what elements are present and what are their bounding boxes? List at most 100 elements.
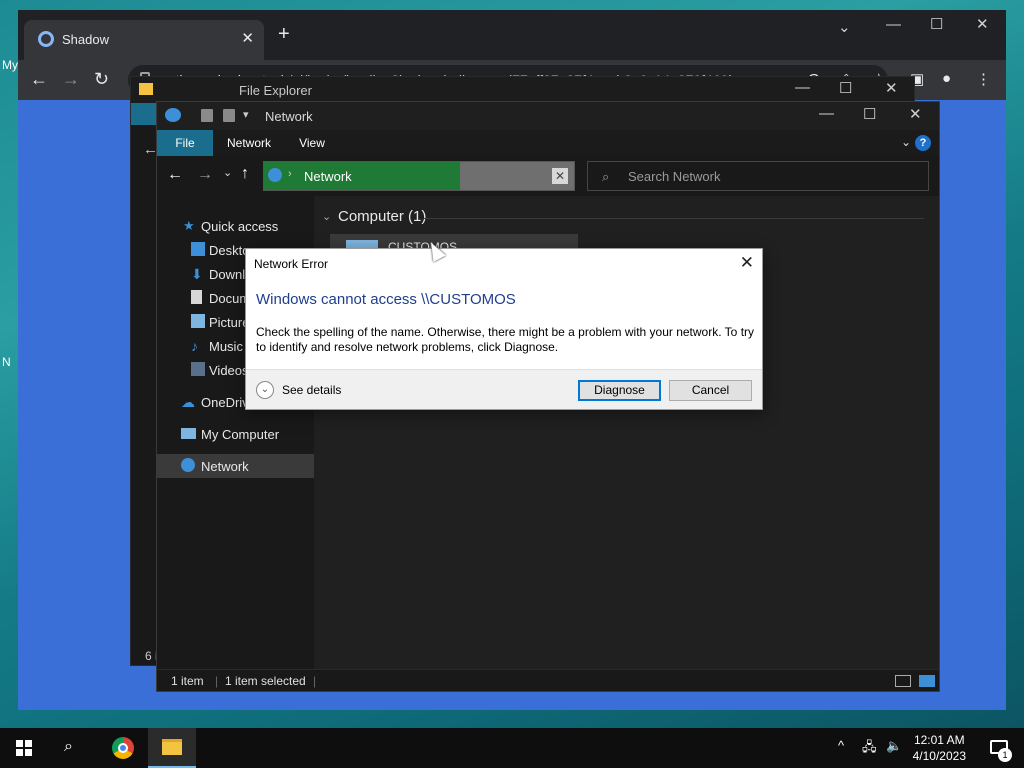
status-selected-count: 1 item selected xyxy=(225,674,306,688)
chrome-taskbar-icon[interactable] xyxy=(112,737,134,759)
desktop-icon-label[interactable]: N xyxy=(2,355,16,369)
file-explorer-taskbar-button[interactable] xyxy=(148,728,196,768)
network-icon xyxy=(268,168,282,182)
search-input[interactable]: ⌕ Search Network xyxy=(587,161,929,191)
search-placeholder: Search Network xyxy=(628,169,721,184)
nav-item-network[interactable]: Network xyxy=(157,454,314,478)
status-bar: 1 item | 1 item selected | xyxy=(157,669,939,691)
explorer-back-title: File Explorer xyxy=(239,83,312,98)
browser-tab-strip: Shadow ✕ + ⌄ — ☐ ✕ xyxy=(18,10,1006,60)
nav-item-label: Quick access xyxy=(201,219,279,234)
browser-tab[interactable]: Shadow ✕ xyxy=(24,20,264,60)
diagnose-button[interactable]: Diagnose xyxy=(578,380,661,401)
start-windows-icon[interactable] xyxy=(16,740,32,756)
close-window-icon[interactable]: ✕ xyxy=(909,105,922,123)
recent-locations-chevron-icon[interactable]: ⌄ xyxy=(223,166,232,179)
clock-time: 12:01 AM xyxy=(913,733,965,747)
minimize-icon[interactable]: — xyxy=(819,105,834,122)
dialog-footer: ⌄ See details Diagnose Cancel xyxy=(246,369,762,409)
new-folder-icon[interactable] xyxy=(223,109,235,122)
shadow-favicon-icon xyxy=(38,31,54,47)
maximize-icon[interactable]: ☐ xyxy=(930,15,943,33)
explorer-title: Network xyxy=(265,109,313,124)
search-icon: ⌕ xyxy=(602,169,610,184)
taskbar: ⌕ ^ 🖧 🔈 12:01 AM 4/10/2023 1 xyxy=(0,728,1024,768)
address-text: Network xyxy=(304,169,352,184)
close-window-icon[interactable]: ✕ xyxy=(976,15,989,33)
minimize-icon[interactable]: — xyxy=(886,16,901,33)
status-divider: | xyxy=(215,674,219,688)
ribbon-expand-chevron-icon[interactable]: ⌄ xyxy=(901,135,911,149)
breadcrumb-chevron-icon[interactable]: › xyxy=(288,168,292,180)
explorer-address-bar[interactable]: › Network ✕ xyxy=(263,161,575,191)
group-header[interactable]: Computer (1) xyxy=(338,208,426,225)
system-clock[interactable]: 12:01 AM 4/10/2023 xyxy=(913,732,966,764)
desktop-icon-label[interactable]: My xyxy=(2,58,18,72)
desktop-icon xyxy=(191,242,205,256)
close-dialog-icon[interactable]: ✕ xyxy=(740,253,754,273)
properties-icon[interactable] xyxy=(201,109,213,122)
nav-item-quick-access[interactable]: ★ Quick access xyxy=(157,214,314,238)
search-icon[interactable]: ⌕ xyxy=(64,738,73,756)
network-icon xyxy=(181,458,195,472)
explorer-titlebar: ▾ Network — ☐ ✕ xyxy=(157,102,939,130)
close-tab-icon[interactable]: ✕ xyxy=(241,29,254,47)
up-arrow-icon[interactable]: ↑ xyxy=(241,165,249,183)
folder-icon xyxy=(162,739,182,755)
maximize-icon[interactable]: ☐ xyxy=(839,79,852,97)
menu-kebab-icon[interactable]: ⋮ xyxy=(976,70,991,88)
clear-address-icon[interactable]: ✕ xyxy=(552,168,568,184)
nav-item-label: Videos xyxy=(209,363,249,378)
star-icon: ★ xyxy=(183,218,195,233)
new-tab-icon[interactable]: + xyxy=(278,24,290,44)
tab-search-chevron-icon[interactable]: ⌄ xyxy=(838,18,851,36)
maximize-icon[interactable]: ☐ xyxy=(863,105,876,123)
document-icon xyxy=(191,290,202,304)
dialog-heading: Windows cannot access \\CUSTOMOS xyxy=(256,291,516,308)
status-item-count: 1 item xyxy=(171,674,204,688)
forward-arrow-icon[interactable]: → xyxy=(197,166,213,184)
nav-item-label: My Computer xyxy=(201,427,280,442)
minimize-icon[interactable]: — xyxy=(795,79,810,96)
collapse-group-chevron-icon[interactable]: ⌄ xyxy=(322,210,331,223)
cloud-icon: ☁ xyxy=(181,394,195,410)
show-hidden-icons-chevron-icon[interactable]: ^ xyxy=(838,738,844,753)
profile-icon[interactable]: ● xyxy=(942,70,951,87)
group-divider xyxy=(424,218,924,219)
status-divider: | xyxy=(313,674,317,688)
nav-item-label: Music xyxy=(209,339,243,354)
explorer-back-titlebar: File Explorer — ☐ ✕ xyxy=(131,77,914,103)
close-window-icon[interactable]: ✕ xyxy=(885,79,898,97)
videos-icon xyxy=(191,362,205,376)
customize-qat-icon[interactable]: ▾ xyxy=(243,108,249,121)
reload-icon[interactable]: ↻ xyxy=(94,69,109,90)
back-arrow-icon[interactable]: ← xyxy=(167,166,183,184)
tab-file[interactable]: File xyxy=(157,130,213,156)
large-icons-view-icon[interactable] xyxy=(919,675,935,687)
pictures-icon xyxy=(191,314,205,328)
tab-network[interactable]: Network xyxy=(217,130,281,156)
details-view-icon[interactable] xyxy=(895,675,911,687)
volume-icon[interactable]: 🔈 xyxy=(886,738,902,754)
network-error-dialog: Network Error ✕ Windows cannot access \\… xyxy=(245,248,763,410)
expand-chevron-icon[interactable]: ⌄ xyxy=(256,381,274,399)
forward-arrow-icon[interactable]: → xyxy=(62,69,80,90)
computer-monitor-icon xyxy=(181,428,196,439)
download-arrow-icon: ⬇ xyxy=(191,266,203,282)
address-progress-fill xyxy=(264,162,460,190)
help-icon[interactable]: ? xyxy=(915,135,931,151)
cancel-button[interactable]: Cancel xyxy=(669,380,752,401)
see-details-toggle[interactable]: See details xyxy=(282,383,341,397)
back-arrow-icon[interactable]: ← xyxy=(30,69,48,90)
nav-item-my-computer[interactable]: My Computer xyxy=(157,422,314,446)
music-note-icon: ♪ xyxy=(191,338,198,354)
clock-date: 4/10/2023 xyxy=(912,749,966,763)
network-icon xyxy=(165,108,181,122)
network-tray-icon[interactable]: 🖧 xyxy=(862,738,877,760)
address-row: ← → ⌄ ↑ › Network ✕ ⌕ Search Network xyxy=(157,156,939,196)
browser-tab-title: Shadow xyxy=(62,32,109,47)
file-tab-stub[interactable] xyxy=(131,103,157,125)
tab-view[interactable]: View xyxy=(287,130,337,156)
dialog-title: Network Error xyxy=(254,257,329,271)
dialog-message: Check the spelling of the name. Otherwis… xyxy=(256,325,755,354)
